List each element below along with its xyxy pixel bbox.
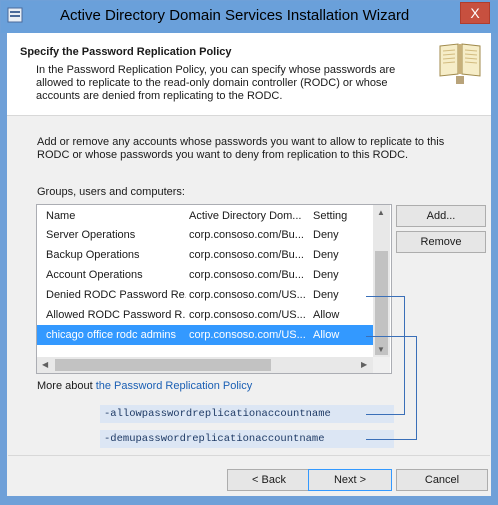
more-about-prefix: More about bbox=[37, 380, 96, 392]
close-icon: X bbox=[470, 5, 480, 21]
row-setting: Deny bbox=[313, 289, 339, 301]
page-description: In the Password Replication Policy, you … bbox=[36, 64, 396, 102]
page-title: Specify the Password Replication Policy bbox=[20, 46, 232, 58]
horizontal-scrollbar[interactable]: ◀ ▶ bbox=[37, 357, 373, 373]
more-about-text: More about the Password Replication Poli… bbox=[37, 380, 252, 392]
row-folder: corp.consoso.com/Bu... bbox=[189, 269, 304, 281]
row-folder: corp.consoso.com/US... bbox=[189, 289, 305, 301]
instructions-text: Add or remove any accounts whose passwor… bbox=[37, 136, 445, 161]
row-setting: Deny bbox=[313, 249, 339, 261]
back-button[interactable]: < Back bbox=[227, 469, 311, 491]
horizontal-scroll-thumb[interactable] bbox=[55, 359, 271, 371]
close-button[interactable]: X bbox=[460, 2, 490, 24]
app-icon bbox=[7, 7, 23, 23]
row-name: Account Operations bbox=[46, 269, 143, 281]
row-folder: corp.consoso.com/US... bbox=[189, 309, 305, 321]
scroll-left-arrow-icon[interactable]: ◀ bbox=[42, 360, 48, 369]
password-replication-policy-link[interactable]: the Password Replication Policy bbox=[96, 380, 253, 392]
column-header-setting[interactable]: Setting bbox=[313, 210, 353, 222]
row-name: Backup Operations bbox=[46, 249, 140, 261]
row-folder: corp.consoso.com/US... bbox=[189, 329, 305, 341]
row-setting: Allow bbox=[313, 329, 340, 341]
next-button[interactable]: Next > bbox=[308, 469, 392, 491]
list-row[interactable]: Account Operations corp.consoso.com/Bu..… bbox=[37, 265, 373, 285]
accounts-list[interactable]: Name Active Directory Dom... Setting Ser… bbox=[36, 204, 392, 374]
add-button[interactable]: Add... bbox=[396, 205, 486, 227]
row-folder: corp.consoso.com/Bu... bbox=[189, 249, 304, 261]
list-row[interactable]: Backup Operations corp.consoso.com/Bu...… bbox=[37, 245, 373, 265]
deny-param-annotation: -demupasswordreplicationaccountname bbox=[100, 430, 394, 448]
book-icon bbox=[436, 38, 484, 86]
row-setting: Deny bbox=[313, 229, 339, 241]
footer-separator bbox=[8, 455, 490, 456]
callout-line-allow bbox=[366, 336, 417, 440]
allow-param-annotation: -allowpasswordreplicationaccountname bbox=[100, 405, 394, 423]
row-name: Allowed RODC Password R... bbox=[46, 309, 186, 321]
row-folder: corp.consoso.com/Bu... bbox=[189, 229, 304, 241]
cancel-button[interactable]: Cancel bbox=[396, 469, 488, 491]
list-row[interactable]: Allowed RODC Password R... corp.consoso.… bbox=[37, 305, 373, 325]
list-row-selected[interactable]: chicago office rodc admins corp.consoso.… bbox=[37, 325, 373, 345]
remove-button[interactable]: Remove bbox=[396, 231, 486, 253]
list-row[interactable]: Denied RODC Password Re... corp.consoso.… bbox=[37, 285, 373, 305]
row-setting: Allow bbox=[313, 309, 340, 321]
window-title: Active Directory Domain Services Install… bbox=[60, 7, 410, 24]
list-header: Name Active Directory Dom... Setting bbox=[37, 205, 373, 225]
scroll-up-arrow-icon[interactable]: ▲ bbox=[377, 208, 385, 217]
list-row[interactable]: Server Operations corp.consoso.com/Bu...… bbox=[37, 225, 373, 245]
column-header-name[interactable]: Name bbox=[46, 210, 186, 222]
row-name: chicago office rodc admins bbox=[46, 329, 177, 341]
column-header-folder[interactable]: Active Directory Dom... bbox=[189, 210, 305, 222]
row-name: Denied RODC Password Re... bbox=[46, 289, 186, 301]
row-name: Server Operations bbox=[46, 229, 136, 241]
groups-label: Groups, users and computers: bbox=[37, 186, 185, 198]
row-setting: Deny bbox=[313, 269, 339, 281]
